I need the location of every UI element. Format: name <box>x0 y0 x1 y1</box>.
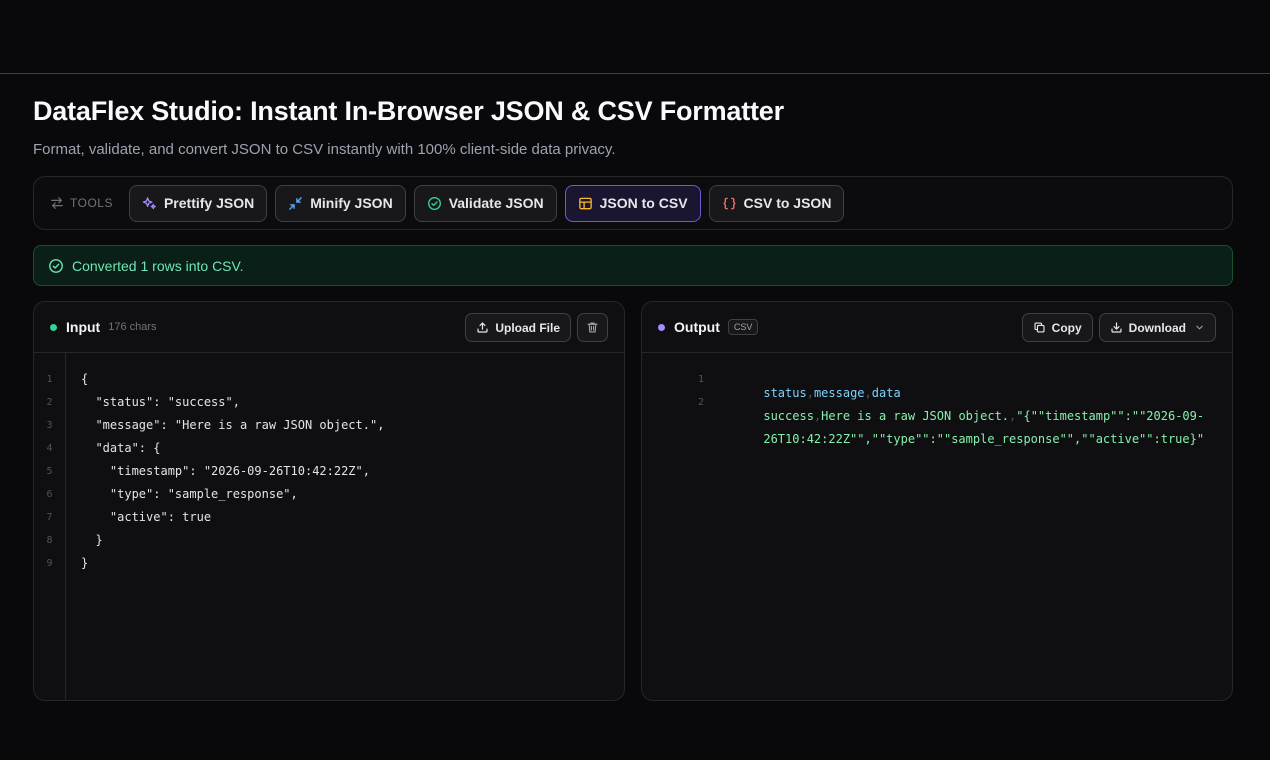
input-actions: Upload File <box>465 313 608 342</box>
input-char-count: 176 chars <box>108 321 157 333</box>
download-icon <box>1111 322 1122 333</box>
copy-button[interactable]: Copy <box>1021 313 1093 342</box>
check-circle-icon <box>427 196 441 210</box>
line-number: 2 <box>46 397 53 408</box>
check-circle-icon <box>49 258 63 273</box>
csv-data-row-wrap: 26T10:42:22Z"",""type"":""sample_respons… <box>720 418 1204 460</box>
code-line: } <box>81 556 89 570</box>
upload-icon <box>477 322 488 333</box>
minimize-icon <box>289 196 303 210</box>
output-panel-header: Output CSV Copy Download <box>642 302 1232 353</box>
tools-toolbar: TOOLS Prettify JSON Minify JSON Validate… <box>33 176 1233 230</box>
code-line: "timestamp": "2026-09-26T10:42:22Z", <box>81 464 370 478</box>
minify-json-label: Minify JSON <box>310 195 393 211</box>
status-message: Converted 1 rows into CSV. <box>72 257 244 274</box>
line-number: 4 <box>46 443 53 454</box>
table-icon <box>578 197 592 209</box>
input-status-dot <box>50 323 57 331</box>
status-banner: Converted 1 rows into CSV. <box>33 245 1233 286</box>
code-line: "active": true <box>81 510 212 524</box>
download-label: Download <box>1128 320 1186 335</box>
clear-input-button[interactable] <box>577 313 608 342</box>
output-viewer[interactable]: 1 2 status,message,data success,Here is … <box>642 353 1232 700</box>
line-number: 5 <box>46 466 53 477</box>
swap-arrows-icon <box>51 197 63 209</box>
output-panel: Output CSV Copy Download 1 2 status,mess… <box>641 301 1233 701</box>
copy-label: Copy <box>1051 320 1082 335</box>
line-number: 8 <box>46 535 53 546</box>
validate-json-label: Validate JSON <box>448 195 544 211</box>
output-format-badge: CSV <box>727 319 759 335</box>
download-button[interactable]: Download <box>1098 313 1216 342</box>
prettify-json-label: Prettify JSON <box>163 195 255 211</box>
input-panel-title: Input <box>66 319 101 335</box>
prettify-json-button[interactable]: Prettify JSON <box>128 184 268 222</box>
input-panel-header: Input 176 chars Upload File <box>34 302 624 353</box>
output-gutter: 1 2 <box>642 353 706 700</box>
line-number: 7 <box>46 512 53 523</box>
page-title: DataFlex Studio: Instant In-Browser JSON… <box>33 96 784 126</box>
output-panel-title: Output <box>674 319 720 335</box>
code-line: } <box>81 533 103 547</box>
validate-json-button[interactable]: Validate JSON <box>413 184 557 222</box>
trash-icon <box>587 322 598 333</box>
upload-file-label: Upload File <box>495 320 560 335</box>
code-line: "data": { <box>81 441 161 455</box>
csv-to-json-label: CSV to JSON <box>743 195 832 211</box>
line-number: 3 <box>46 420 53 431</box>
input-editor[interactable]: 1 2 3 4 5 6 7 8 9 { "status": "success",… <box>34 353 624 700</box>
code-line: "type": "sample_response", <box>81 487 298 501</box>
input-panel: Input 176 chars Upload File 1 2 3 4 5 6 <box>33 301 625 701</box>
tools-label-text: TOOLS <box>70 196 113 210</box>
page-subtitle: Format, validate, and convert JSON to CS… <box>33 141 616 158</box>
csv-data-cell-continuation: 26T10:42:22Z"",""type"":""sample_respons… <box>763 432 1205 446</box>
copy-icon <box>1034 322 1045 333</box>
input-gutter: 1 2 3 4 5 6 7 8 9 <box>34 353 66 700</box>
sparkles-icon <box>142 196 156 209</box>
json-to-csv-label: JSON to CSV <box>599 195 688 211</box>
line-number: 6 <box>46 489 53 500</box>
code-line: { <box>81 372 89 386</box>
chevron-down-icon <box>1196 325 1203 330</box>
line-number: 9 <box>46 558 53 569</box>
csv-to-json-button[interactable]: CSV to JSON <box>708 184 845 222</box>
output-actions: Copy Download <box>1021 313 1216 342</box>
code-line: "message": "Here is a raw JSON object.", <box>81 418 385 432</box>
upload-file-button[interactable]: Upload File <box>465 313 571 342</box>
braces-icon <box>723 197 736 209</box>
top-bar <box>0 0 1270 74</box>
output-status-dot <box>658 323 665 331</box>
line-number: 1 <box>697 374 704 385</box>
line-number: 1 <box>46 374 53 385</box>
json-to-csv-button[interactable]: JSON to CSV <box>564 184 701 222</box>
code-line: "status": "success", <box>81 395 240 409</box>
tools-label: TOOLS <box>50 196 113 210</box>
line-number: 2 <box>697 397 704 408</box>
minify-json-button[interactable]: Minify JSON <box>275 184 406 222</box>
